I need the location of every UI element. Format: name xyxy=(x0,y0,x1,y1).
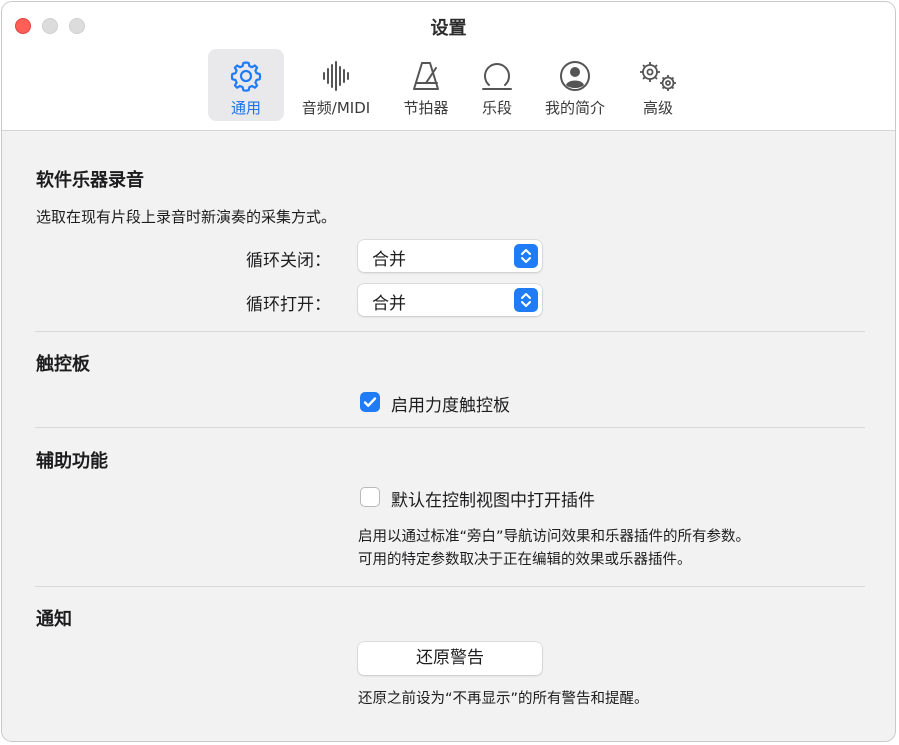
divider xyxy=(35,331,865,332)
cycle-off-popup[interactable]: 合并 xyxy=(358,240,542,272)
tab-label: 节拍器 xyxy=(403,99,449,117)
accessibility-description-line1: 启用以通过标准“旁白”导航访问效果和乐器插件的所有参数。 xyxy=(358,529,751,545)
cycle-off-label: 循环关闭： xyxy=(246,251,331,271)
reset-warnings-description: 还原之前设为“不再显示”的所有警告和提醒。 xyxy=(358,691,649,707)
force-touch-label[interactable]: 启用力度触控板 xyxy=(391,391,510,416)
checkmark-icon xyxy=(363,397,377,407)
tab-label: 我的简介 xyxy=(544,99,605,117)
popup-arrows-icon xyxy=(514,288,538,312)
settings-window: 设置 通用 音频/MIDI 节拍器 乐段 我的简介 高级 软件乐器录音 选取在现… xyxy=(1,1,896,742)
cycle-on-value: 合并 xyxy=(372,294,406,314)
section-title-trackpad: 触控板 xyxy=(36,354,90,375)
divider xyxy=(35,427,865,428)
software-recording-description: 选取在现有片段上录音时新演奏的采集方式。 xyxy=(36,208,337,226)
toolbar: 设置 通用 音频/MIDI 节拍器 乐段 我的简介 高级 xyxy=(2,2,895,131)
waveform-icon xyxy=(323,61,349,91)
tab-label: 音频/MIDI xyxy=(301,99,371,117)
tab-label: 通用 xyxy=(230,99,261,117)
cycle-on-label: 循环打开： xyxy=(246,295,331,315)
open-plugins-label[interactable]: 默认在控制视图中打开插件 xyxy=(391,486,595,511)
window-title: 设置 xyxy=(430,18,467,39)
reset-warnings-button[interactable]: 还原警告 xyxy=(358,642,542,675)
section-title-notifications: 通知 xyxy=(36,609,72,630)
region-icon xyxy=(482,63,512,90)
divider xyxy=(35,586,865,587)
section-title-accessibility: 辅助功能 xyxy=(36,451,108,472)
accessibility-description-line2: 可用的特定参数取决于正在编辑的效果或乐器插件。 xyxy=(358,552,692,568)
tab-region[interactable]: 乐段 xyxy=(470,49,524,121)
metronome-icon xyxy=(413,62,439,90)
tab-general[interactable]: 通用 xyxy=(208,49,284,121)
gear-icon xyxy=(230,61,262,92)
gears-icon xyxy=(640,62,676,91)
popup-arrows-icon xyxy=(514,244,538,268)
tab-metronome[interactable]: 节拍器 xyxy=(394,49,458,121)
tab-label: 乐段 xyxy=(481,99,512,117)
force-touch-checkbox[interactable] xyxy=(360,392,380,412)
person-circle-icon xyxy=(560,61,590,91)
cycle-on-popup[interactable]: 合并 xyxy=(358,284,542,316)
open-plugins-checkbox[interactable] xyxy=(360,487,380,507)
tab-label: 高级 xyxy=(642,99,673,117)
section-title-software-recording: 软件乐器录音 xyxy=(36,170,144,191)
tab-advanced[interactable]: 高级 xyxy=(628,49,688,121)
tab-my-info[interactable]: 我的简介 xyxy=(536,49,614,121)
cycle-off-value: 合并 xyxy=(372,250,406,270)
tab-audio-midi[interactable]: 音频/MIDI xyxy=(292,49,380,121)
